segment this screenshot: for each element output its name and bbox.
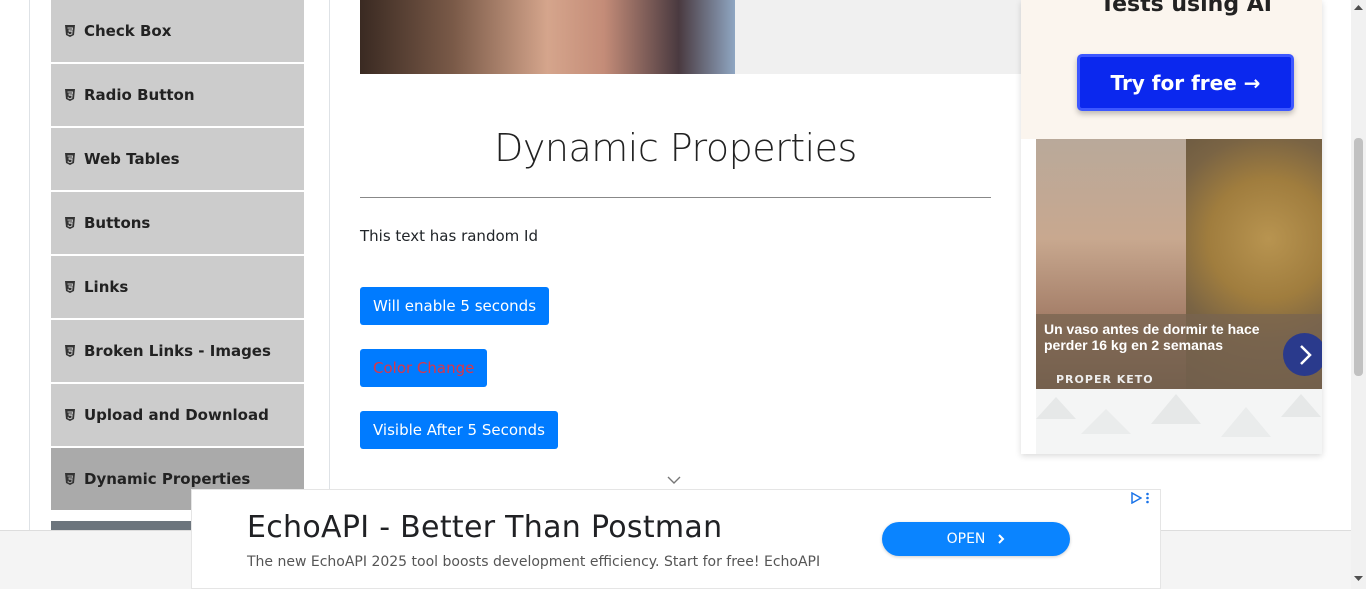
banner-image[interactable]	[360, 0, 735, 74]
ad-pattern-background	[1036, 389, 1322, 454]
sidebar-item-links[interactable]: Links	[51, 256, 304, 318]
sidebar-item-web-tables[interactable]: Web Tables	[51, 128, 304, 190]
bottom-ad-description: The new EchoAPI 2025 tool boosts develop…	[247, 554, 821, 570]
html5-icon	[65, 345, 75, 357]
html5-icon	[65, 281, 75, 293]
sidebar-item-broken-links[interactable]: Broken Links - Images	[51, 320, 304, 382]
adchoices-icon[interactable]	[1130, 491, 1156, 505]
chevron-down-icon[interactable]	[666, 474, 682, 486]
sidebar-item-label: Check Box	[84, 22, 172, 40]
ad-heading: Tests using AI	[1100, 0, 1272, 17]
chevron-right-icon	[998, 534, 1005, 544]
sidebar-item-upload-download[interactable]: Upload and Download	[51, 384, 304, 446]
sidebar-item-label: Dynamic Properties	[84, 470, 251, 488]
banner-background	[735, 0, 1021, 74]
sidebar-item-label: Broken Links - Images	[84, 342, 271, 360]
html5-icon	[65, 217, 75, 229]
open-button-label: OPEN	[946, 531, 986, 547]
html5-icon	[65, 89, 75, 101]
ad-caption: Un vaso antes de dormir te hace perder 1…	[1044, 321, 1260, 353]
sidebar-item-buttons[interactable]: Buttons	[51, 192, 304, 254]
sidebar-item-label: Buttons	[84, 214, 151, 232]
html5-icon	[65, 409, 75, 421]
html5-icon	[65, 153, 75, 165]
side-advertisement: Tests using AI Try for free → Un vaso an…	[1021, 0, 1322, 454]
scroll-up-arrow-icon[interactable]	[1354, 4, 1363, 10]
ad-next-button[interactable]	[1283, 333, 1322, 376]
ad-brand: PROPER KETO	[1056, 373, 1154, 386]
sidebar-item-label: Web Tables	[84, 150, 180, 168]
sidebar-item-label: Links	[84, 278, 129, 296]
bottom-advertisement[interactable]: EchoAPI - Better Than Postman The new Ec…	[191, 489, 1161, 589]
left-divider	[29, 0, 30, 530]
sidebar-item-label: Upload and Download	[84, 406, 269, 424]
sidebar-item-radio-button[interactable]: Radio Button	[51, 64, 304, 126]
ad-image-card[interactable]: Un vaso antes de dormir te hace perder 1…	[1036, 139, 1322, 389]
sidebar-item-check-box[interactable]: Check Box	[51, 0, 304, 62]
scrollbar-thumb[interactable]	[1354, 138, 1363, 376]
page: Check Box Radio Button Web Tables Button…	[0, 0, 1366, 589]
sidebar-divider	[329, 0, 330, 530]
title-divider	[360, 197, 991, 198]
page-title: Dynamic Properties	[494, 126, 857, 170]
color-change-button[interactable]: Color Change	[360, 349, 488, 387]
bottom-ad-title[interactable]: EchoAPI - Better Than Postman	[247, 510, 722, 545]
enable-after-button[interactable]: Will enable 5 seconds	[360, 287, 550, 325]
random-id-text: This text has random Id	[360, 227, 538, 245]
visible-after-button[interactable]: Visible After 5 Seconds	[360, 411, 558, 449]
html5-icon	[65, 473, 75, 485]
ad-top-panel: Tests using AI Try for free →	[1021, 0, 1322, 139]
vertical-scrollbar[interactable]	[1351, 0, 1366, 589]
html5-icon	[65, 25, 75, 37]
sidebar-menu: Check Box Radio Button Web Tables Button…	[51, 0, 304, 512]
try-for-free-button[interactable]: Try for free →	[1077, 54, 1294, 111]
open-button[interactable]: OPEN	[882, 522, 1070, 556]
chevron-right-icon	[1299, 344, 1312, 365]
sidebar-item-label: Radio Button	[84, 86, 195, 104]
scroll-down-arrow-icon[interactable]	[1354, 576, 1363, 582]
